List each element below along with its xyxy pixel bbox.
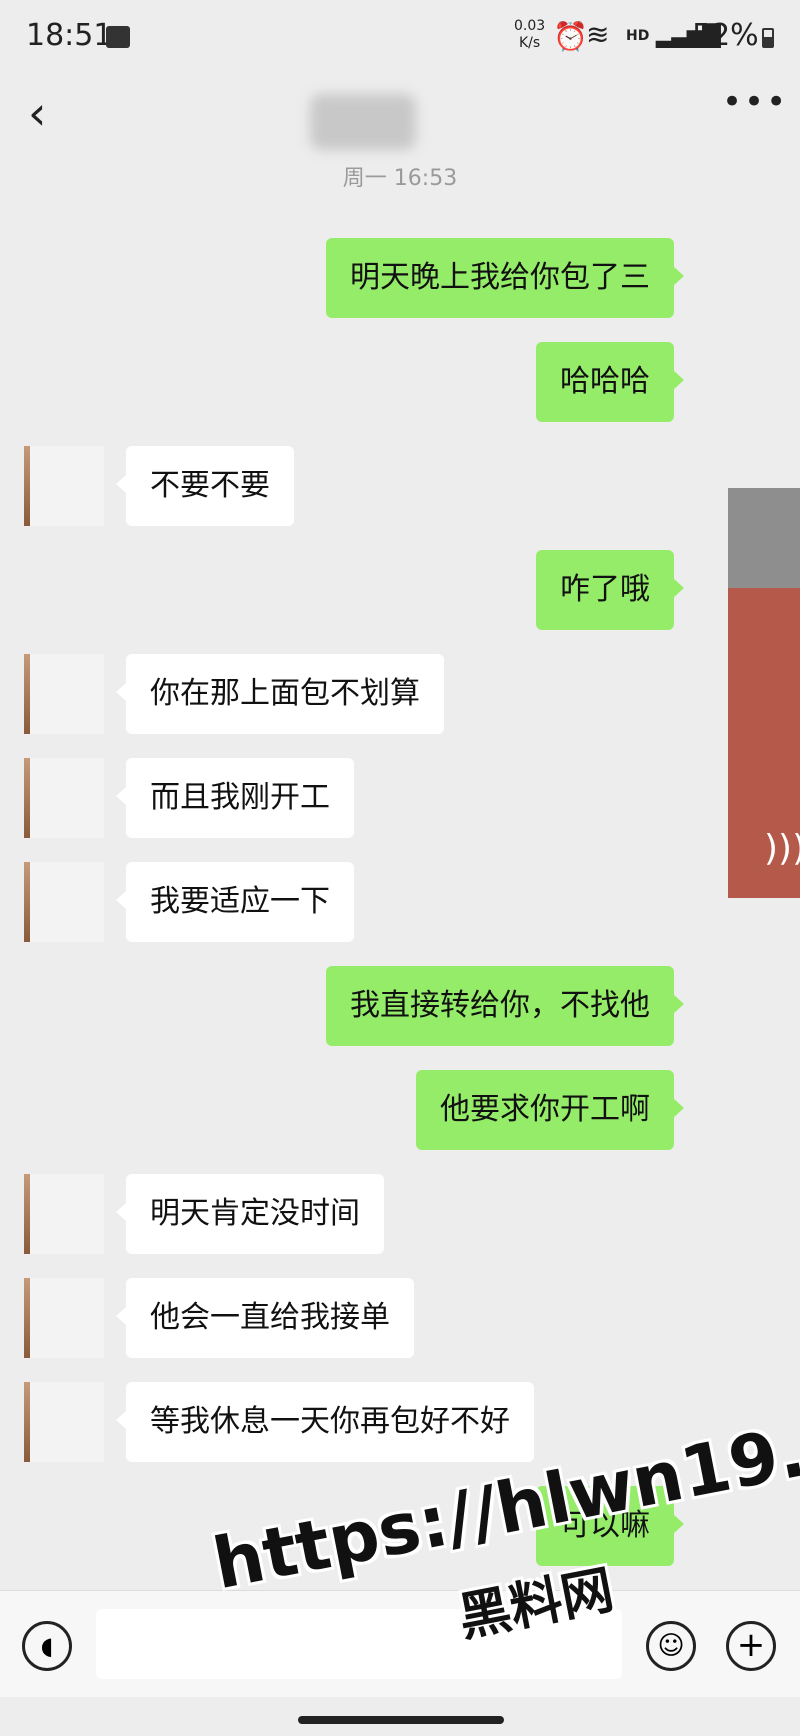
message-row: 明天肯定没时间	[0, 1174, 800, 1254]
status-bar: 18:51 0.03 K/s ⏰ ≋ HD ▂▃▅▇ 52%	[0, 0, 800, 80]
message-row: 我要适应一下	[0, 862, 800, 942]
message-row: 他要求你开工啊	[0, 1070, 800, 1150]
battery-icon	[762, 28, 774, 48]
side-overlay-fragment: )))	[728, 488, 800, 898]
message-row: 他会一直给我接单	[0, 1278, 800, 1358]
message-row: 哈哈哈	[0, 342, 800, 422]
contact-avatar[interactable]	[24, 654, 104, 734]
network-speed-value: 0.03	[514, 18, 546, 34]
hd-badge: HD	[626, 28, 650, 44]
message-row: 而且我刚开工	[0, 758, 800, 838]
contact-avatar[interactable]	[24, 758, 104, 838]
network-speed: 0.03 K/s	[514, 18, 545, 52]
message-timestamp: 周一 16:53	[342, 166, 458, 191]
received-message[interactable]: 他会一直给我接单	[116, 1278, 414, 1358]
message-row: 明天晚上我给你包了三	[0, 238, 800, 318]
contact-name-blurred	[310, 94, 416, 150]
speaker-icon: )))	[764, 828, 800, 869]
battery-level: 52%	[692, 18, 759, 53]
sent-message[interactable]: 明天晚上我给你包了三	[326, 238, 684, 318]
plus-icon[interactable]: +	[726, 1621, 776, 1671]
received-message[interactable]: 你在那上面包不划算	[116, 654, 444, 734]
wifi-icon: ≋	[586, 18, 610, 51]
received-message[interactable]: 不要不要	[116, 446, 294, 526]
contact-avatar[interactable]	[24, 446, 104, 526]
message-row: 不要不要	[0, 446, 800, 526]
sent-message[interactable]: 他要求你开工啊	[416, 1070, 684, 1150]
voice-icon[interactable]: ◖	[22, 1621, 72, 1671]
more-dots-icon[interactable]: •••	[722, 82, 788, 122]
message-row: 咋了哦	[0, 550, 800, 630]
alarm-icon: ⏰	[553, 20, 588, 53]
home-indicator[interactable]	[298, 1716, 504, 1724]
contact-avatar[interactable]	[24, 862, 104, 942]
received-message[interactable]: 而且我刚开工	[116, 758, 354, 838]
sent-message[interactable]: 哈哈哈	[536, 342, 684, 422]
received-message[interactable]: 等我休息一天你再包好不好	[116, 1382, 534, 1462]
chat-header: ‹ •••	[0, 80, 800, 160]
contact-avatar[interactable]	[24, 1174, 104, 1254]
photo-notification-icon	[106, 26, 130, 48]
watermark-text: 黑料网	[453, 1560, 619, 1649]
network-speed-unit: K/s	[518, 35, 541, 51]
sent-message[interactable]: 咋了哦	[536, 550, 684, 630]
message-row: 我直接转给你，不找他	[0, 966, 800, 1046]
overlay-gray-block	[728, 488, 800, 588]
received-message[interactable]: 明天肯定没时间	[116, 1174, 384, 1254]
sent-message[interactable]: 我直接转给你，不找他	[326, 966, 684, 1046]
contact-avatar[interactable]	[24, 1278, 104, 1358]
message-row: 你在那上面包不划算	[0, 654, 800, 734]
contact-avatar[interactable]	[24, 1382, 104, 1462]
status-time: 18:51	[26, 18, 113, 53]
chevron-left-icon[interactable]: ‹	[28, 86, 46, 140]
received-message[interactable]: 我要适应一下	[116, 862, 354, 942]
